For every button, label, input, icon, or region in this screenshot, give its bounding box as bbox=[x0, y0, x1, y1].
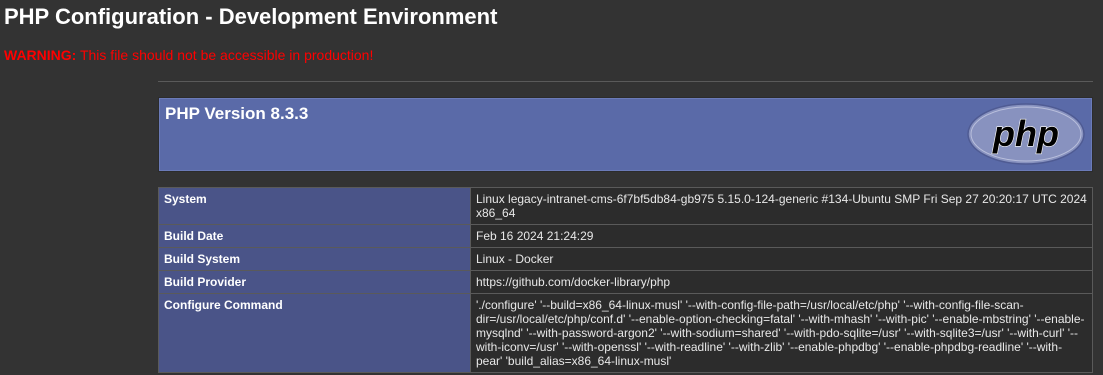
php-logo-text: php bbox=[992, 113, 1059, 154]
row-key: Configure Command bbox=[158, 293, 471, 373]
table-row: System Linux legacy-intranet-cms-6f7bf5db… bbox=[158, 187, 1093, 225]
warning-text: This file should not be accessible in pr… bbox=[79, 47, 374, 63]
row-key: Build System bbox=[158, 247, 471, 271]
php-version-header: PHP Version 8.3.3 php bbox=[158, 97, 1093, 172]
page-title: PHP Configuration - Development Environm… bbox=[4, 4, 498, 29]
row-value: Feb 16 2024 21:24:29 bbox=[470, 224, 1093, 248]
divider bbox=[158, 81, 1093, 82]
row-key: Build Provider bbox=[158, 270, 471, 294]
row-value: './configure' '--build=x86_64-linux-musl… bbox=[470, 293, 1093, 373]
warning-message: WARNING: This file should not be accessi… bbox=[4, 46, 373, 64]
info-table: System Linux legacy-intranet-cms-6f7bf5db… bbox=[158, 187, 1093, 373]
php-version-title: PHP Version 8.3.3 bbox=[165, 104, 309, 123]
row-value: https://github.com/docker-library/php bbox=[470, 270, 1093, 294]
row-value: Linux legacy-intranet-cms-6f7bf5db84-gb9… bbox=[470, 187, 1093, 225]
php-logo[interactable]: php bbox=[966, 102, 1086, 166]
table-row: Build System Linux - Docker bbox=[158, 247, 1093, 271]
row-key: System bbox=[158, 187, 471, 225]
row-value: Linux - Docker bbox=[470, 247, 1093, 271]
row-key: Build Date bbox=[158, 224, 471, 248]
table-row: Build Provider https://github.com/docker-… bbox=[158, 270, 1093, 294]
table-row: Configure Command './configure' '--build=… bbox=[158, 293, 1093, 373]
warning-label: WARNING: bbox=[4, 47, 77, 63]
table-row: Build Date Feb 16 2024 21:24:29 bbox=[158, 224, 1093, 248]
